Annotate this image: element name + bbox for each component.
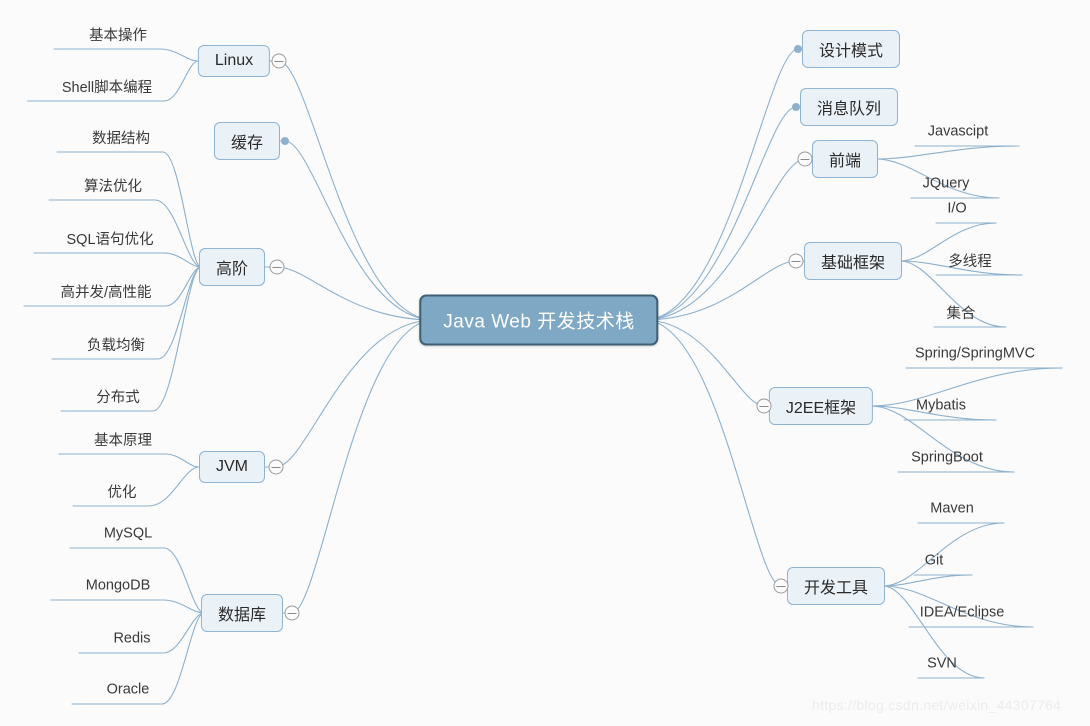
- leaf-node-jvm-优化[interactable]: 优化: [105, 481, 140, 505]
- collapse-toggle-icon-jvm[interactable]: [268, 459, 284, 475]
- leaf-node-label: JQuery: [922, 175, 970, 192]
- leaf-node-高阶-负载均衡[interactable]: 负载均衡: [84, 334, 148, 358]
- branch-node-缓存[interactable]: 缓存: [213, 122, 281, 160]
- leaf-node-高阶-分布式[interactable]: 分布式: [93, 386, 143, 410]
- branch-node-label: 基础框架: [820, 255, 886, 272]
- root-node[interactable]: Java Web 开发技术栈: [419, 294, 659, 346]
- leaf-node-高阶-sql语句优化[interactable]: SQL语句优化: [63, 228, 156, 252]
- leaf-node-开发工具-svn[interactable]: SVN: [924, 656, 960, 675]
- leaf-node-label: SVN: [927, 655, 957, 672]
- branch-node-label: J2EE框架: [785, 400, 857, 417]
- collapse-toggle-icon-基础框架[interactable]: [788, 253, 804, 269]
- leaf-node-label: 集合: [946, 306, 976, 322]
- branch-node-label: JVM: [216, 458, 248, 475]
- leaf-node-数据库-mysql[interactable]: MySQL: [101, 526, 155, 545]
- leaf-node-label: 分布式: [96, 390, 140, 406]
- leaf-node-前端-javascipt[interactable]: Javascipt: [925, 124, 991, 143]
- leaf-node-高阶-算法优化[interactable]: 算法优化: [81, 175, 145, 199]
- branch-node-label: 前端: [828, 153, 862, 170]
- leaf-node-开发工具-maven[interactable]: Maven: [927, 501, 977, 520]
- collapse-toggle-icon-j2ee框架[interactable]: [756, 398, 772, 414]
- leaf-node-数据库-mongodb[interactable]: MongoDB: [83, 578, 153, 597]
- leaf-node-数据库-oracle[interactable]: Oracle: [104, 682, 153, 701]
- branch-node-设计模式[interactable]: 设计模式: [801, 30, 901, 68]
- leaf-node-j2ee框架-mybatis[interactable]: Mybatis: [913, 398, 969, 417]
- leaf-node-label: Javascipt: [927, 123, 989, 140]
- branch-node-基础框架[interactable]: 基础框架: [803, 242, 903, 280]
- leaf-node-label: 基本原理: [94, 433, 152, 449]
- branch-node-j2ee框架[interactable]: J2EE框架: [768, 387, 874, 425]
- leaf-node-linux-shell脚本编程[interactable]: Shell脚本编程: [59, 76, 155, 100]
- leaf-node-label: Git: [924, 552, 944, 569]
- branch-node-高阶[interactable]: 高阶: [198, 248, 266, 286]
- watermark: https://blog.csdn.net/weixin_44307764: [812, 697, 1062, 713]
- branch-node-linux[interactable]: Linux: [197, 45, 271, 77]
- leaf-node-label: Redis: [113, 630, 151, 647]
- leaf-node-label: Mybatis: [916, 397, 966, 414]
- leaf-node-j2ee框架-springboot[interactable]: SpringBoot: [908, 450, 986, 469]
- leaf-node-label: I/O: [947, 200, 967, 217]
- branch-node-前端[interactable]: 前端: [811, 140, 879, 178]
- leaf-node-label: 优化: [107, 485, 137, 501]
- leaf-dot-icon-缓存: [281, 137, 289, 145]
- branch-node-label: 缓存: [230, 135, 264, 152]
- leaf-node-开发工具-git[interactable]: Git: [922, 553, 947, 572]
- branch-node-label: Linux: [214, 52, 254, 69]
- branch-node-数据库[interactable]: 数据库: [200, 594, 284, 632]
- leaf-node-基础框架-集合[interactable]: 集合: [944, 302, 979, 326]
- leaf-node-label: MySQL: [103, 525, 153, 542]
- leaf-node-label: 高并发/高性能: [60, 285, 152, 301]
- leaf-node-linux-基本操作[interactable]: 基本操作: [86, 24, 150, 48]
- leaf-node-基础框架-i-o[interactable]: I/O: [944, 201, 969, 220]
- leaf-node-label: 负载均衡: [87, 338, 145, 354]
- leaf-node-label: Shell脚本编程: [61, 80, 153, 96]
- leaf-node-label: SQL语句优化: [66, 232, 154, 248]
- collapse-toggle-icon-开发工具[interactable]: [773, 578, 789, 594]
- root-node-label: Java Web 开发技术栈: [443, 311, 635, 333]
- leaf-node-label: Spring/SpringMVC: [914, 345, 1036, 362]
- leaf-node-jvm-基本原理[interactable]: 基本原理: [91, 429, 155, 453]
- leaf-node-label: 基本操作: [89, 28, 147, 44]
- branch-node-label: 开发工具: [803, 580, 869, 597]
- leaf-node-数据库-redis[interactable]: Redis: [110, 631, 153, 650]
- leaf-dot-icon-设计模式: [794, 45, 802, 53]
- leaf-node-label: Maven: [930, 500, 974, 517]
- leaf-node-label: SpringBoot: [911, 449, 983, 466]
- leaf-node-开发工具-idea-eclipse[interactable]: IDEA/Eclipse: [917, 605, 1008, 624]
- branch-node-label: 设计模式: [818, 43, 884, 60]
- leaf-dot-icon-消息队列: [792, 103, 800, 111]
- branch-node-开发工具[interactable]: 开发工具: [786, 567, 886, 605]
- leaf-node-高阶-高并发-高性能[interactable]: 高并发/高性能: [57, 281, 154, 305]
- leaf-node-label: 多线程: [948, 254, 992, 270]
- leaf-node-j2ee框架-spring-springmvc[interactable]: Spring/SpringMVC: [912, 346, 1038, 365]
- branch-node-jvm[interactable]: JVM: [199, 451, 265, 483]
- branch-node-label: 高阶: [215, 261, 249, 278]
- branch-node-消息队列[interactable]: 消息队列: [799, 88, 899, 126]
- leaf-node-基础框架-多线程[interactable]: 多线程: [945, 250, 995, 274]
- collapse-toggle-icon-数据库[interactable]: [284, 605, 300, 621]
- leaf-node-高阶-数据结构[interactable]: 数据结构: [89, 127, 153, 151]
- branch-node-label: 消息队列: [816, 101, 882, 118]
- leaf-node-label: 数据结构: [92, 131, 150, 147]
- leaf-node-label: 算法优化: [84, 179, 142, 195]
- leaf-node-label: Oracle: [106, 681, 150, 698]
- branch-node-label: 数据库: [217, 607, 267, 624]
- leaf-node-label: IDEA/Eclipse: [919, 604, 1005, 621]
- collapse-toggle-icon-前端[interactable]: [797, 151, 813, 167]
- leaf-node-前端-jquery[interactable]: JQuery: [920, 176, 973, 195]
- mindmap-canvas: Java Web 开发技术栈 Linux 基本操作 Shell脚本编程缓存高阶 数据结构…: [0, 0, 1090, 726]
- collapse-toggle-icon-高阶[interactable]: [269, 259, 285, 275]
- leaf-node-label: MongoDB: [85, 577, 151, 594]
- collapse-toggle-icon-linux[interactable]: [271, 53, 287, 69]
